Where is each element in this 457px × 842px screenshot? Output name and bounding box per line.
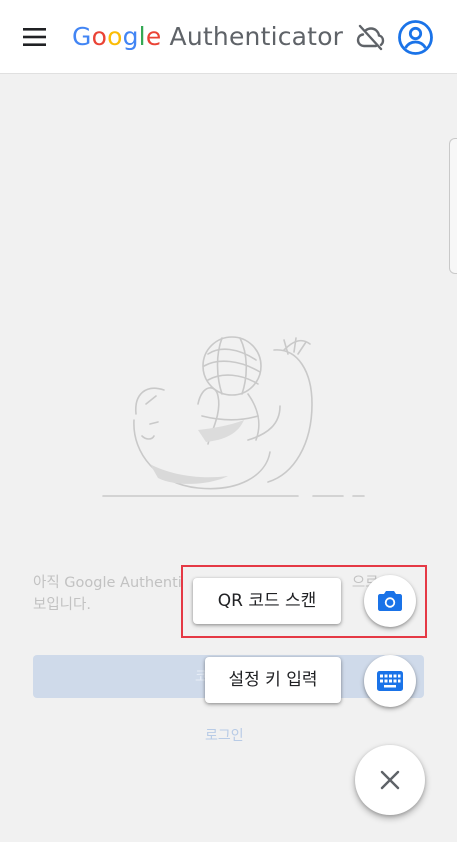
empty-state-line2: 보입니다. [33, 597, 91, 613]
app-title: Google Authenticator [72, 19, 343, 55]
hamburger-menu-icon[interactable] [22, 26, 48, 48]
fab-menu-scrim[interactable]: 아직 Google Authenti 으로 보입니다. 코 로그인 [0, 74, 457, 842]
app-title-letter: o [107, 22, 123, 51]
empty-state-line1: 아직 Google Authenti [33, 575, 182, 591]
app-title-letter: l [138, 22, 146, 51]
keyboard-icon [377, 671, 403, 691]
login-link: 로그인 [205, 728, 244, 744]
app-title-letter: G [72, 22, 92, 51]
app-title-rest: Authenticator [161, 22, 344, 51]
cloud-off-icon[interactable] [354, 21, 386, 53]
app-bar: Google Authenticator [0, 0, 457, 74]
scrollbar-handle[interactable] [449, 138, 457, 274]
close-fab-button[interactable] [355, 745, 425, 815]
highlight-annotation [181, 565, 427, 638]
account-circle-icon[interactable] [397, 19, 434, 56]
enter-setup-key-button[interactable] [364, 655, 416, 707]
app-title-letter: g [122, 22, 139, 51]
cat-with-yarn-illustration [102, 336, 365, 497]
app-title-letter: o [91, 22, 108, 51]
app-title-letter: e [145, 22, 162, 51]
close-icon [380, 770, 400, 790]
enter-setup-key-label[interactable]: 설정 키 입력 [205, 657, 341, 703]
